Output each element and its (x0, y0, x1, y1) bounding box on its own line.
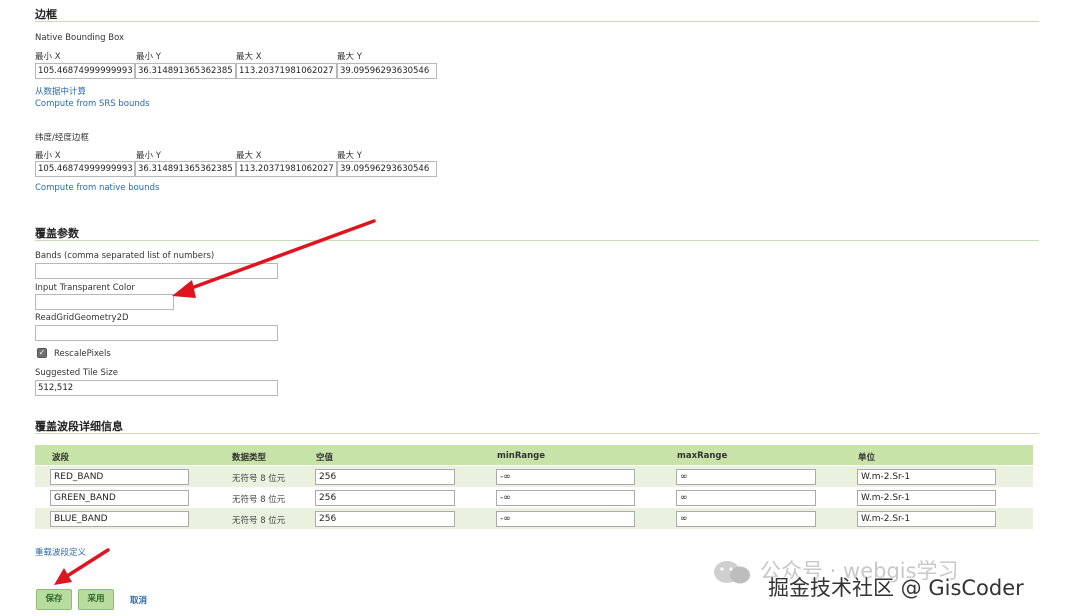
band-details-divider (35, 433, 1039, 434)
latlon-miny-input[interactable]: 36.314891365362385 (135, 161, 236, 177)
table-row: GREEN_BAND 无符号 8 位元 256 -∞ ∞ W.m-2.Sr-1 (35, 487, 1033, 508)
reload-band-definitions-link[interactable]: 重载波段定义 (35, 546, 86, 558)
col-unit-header: 单位 (858, 453, 876, 463)
band-maxrange-input[interactable]: ∞ (676, 511, 816, 527)
latlon-maxy-label: 最大 Y (337, 151, 362, 161)
native-maxx-input[interactable]: 113.20371981062027 (236, 63, 337, 79)
bands-input[interactable] (35, 263, 278, 279)
band-null-input[interactable]: 256 (315, 469, 455, 485)
cancel-link[interactable]: 取消 (130, 594, 147, 606)
tile-size-input[interactable]: 512,512 (35, 380, 278, 396)
latlon-bbox-label: 纬度/经度边框 (35, 133, 89, 143)
native-minx-input[interactable]: 105.46874999999993 (35, 63, 135, 79)
native-maxx-label: 最大 X (236, 52, 262, 62)
native-miny-input[interactable]: 36.314891365362385 (135, 63, 236, 79)
band-minrange-input[interactable]: -∞ (496, 490, 635, 506)
latlon-maxx-label: 最大 X (236, 151, 262, 161)
bands-label: Bands (comma separated list of numbers) (35, 251, 215, 261)
band-minrange-input[interactable]: -∞ (496, 511, 635, 527)
latlon-maxy-input[interactable]: 39.09596293630546 (337, 161, 437, 177)
watermark-line2: 掘金技术社区 @ GisCoder (768, 576, 1024, 600)
readgrid-input[interactable] (35, 325, 278, 341)
compute-from-data-link[interactable]: 从数据中计算 (35, 85, 86, 97)
col-minrange-header: minRange (497, 451, 546, 461)
band-unit-input[interactable]: W.m-2.Sr-1 (857, 469, 996, 485)
band-details-title: 覆盖波段详细信息 (35, 420, 123, 433)
transparent-color-label: Input Transparent Color (35, 283, 135, 293)
rescale-pixels-checkbox[interactable]: ✓ (37, 348, 47, 358)
bbox-section-title: 边框 (35, 8, 57, 21)
tile-size-label: Suggested Tile Size (35, 368, 118, 378)
col-null-header: 空值 (316, 453, 334, 463)
band-minrange-input[interactable]: -∞ (496, 469, 635, 485)
band-maxrange-input[interactable]: ∞ (676, 490, 816, 506)
col-maxrange-header: maxRange (677, 451, 728, 461)
band-name-input[interactable]: BLUE_BAND (50, 511, 189, 527)
coverage-params-title: 覆盖参数 (35, 227, 79, 240)
compute-from-native-link[interactable]: Compute from native bounds (35, 183, 159, 193)
rescale-pixels-label: RescalePixels (54, 349, 111, 359)
band-unit-input[interactable]: W.m-2.Sr-1 (857, 511, 996, 527)
native-bbox-label: Native Bounding Box (35, 33, 125, 43)
save-button[interactable]: 保存 (36, 589, 72, 610)
watermark-wechat-icon (712, 558, 752, 589)
compute-from-srs-link[interactable]: Compute from SRS bounds (35, 99, 150, 109)
col-type-header: 数据类型 (232, 453, 267, 463)
native-maxy-label: 最大 Y (337, 52, 362, 62)
band-type-text: 无符号 8 位元 (232, 495, 286, 505)
latlon-maxx-input[interactable]: 113.20371981062027 (236, 161, 337, 177)
band-type-text: 无符号 8 位元 (232, 474, 286, 484)
latlon-miny-label: 最小 Y (136, 151, 161, 161)
band-table-header: 波段 数据类型 空值 minRange maxRange 单位 (35, 445, 1033, 465)
native-maxy-input[interactable]: 39.09596293630546 (337, 63, 437, 79)
coverage-params-divider (35, 240, 1039, 241)
band-maxrange-input[interactable]: ∞ (676, 469, 816, 485)
table-row: RED_BAND 无符号 8 位元 256 -∞ ∞ W.m-2.Sr-1 (35, 466, 1033, 487)
band-null-input[interactable]: 256 (315, 490, 455, 506)
table-row: BLUE_BAND 无符号 8 位元 256 -∞ ∞ W.m-2.Sr-1 (35, 508, 1033, 529)
band-unit-input[interactable]: W.m-2.Sr-1 (857, 490, 996, 506)
bbox-section-divider (35, 21, 1039, 22)
apply-button[interactable]: 采用 (78, 589, 114, 610)
latlon-minx-label: 最小 X (35, 151, 61, 161)
band-type-text: 无符号 8 位元 (232, 516, 286, 526)
readgrid-label: ReadGridGeometry2D (35, 313, 129, 323)
native-minx-label: 最小 X (35, 52, 61, 62)
band-null-input[interactable]: 256 (315, 511, 455, 527)
latlon-minx-input[interactable]: 105.46874999999993 (35, 161, 135, 177)
native-miny-label: 最小 Y (136, 52, 161, 62)
transparent-color-input[interactable] (35, 294, 174, 310)
band-name-input[interactable]: RED_BAND (50, 469, 189, 485)
band-name-input[interactable]: GREEN_BAND (50, 490, 189, 506)
col-band-header: 波段 (52, 453, 70, 463)
